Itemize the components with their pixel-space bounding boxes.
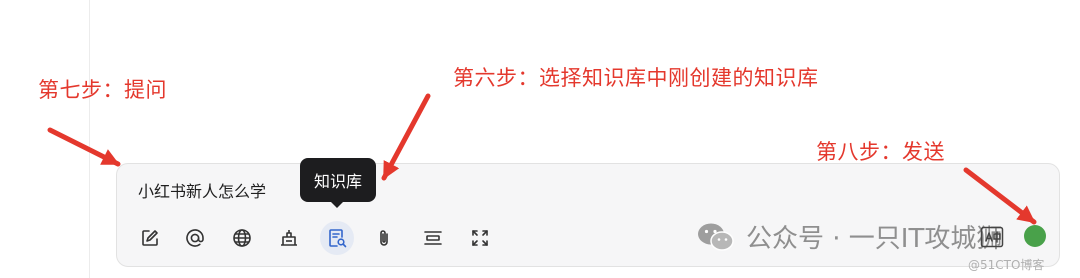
watermark: 公众号 · 一只IT攻城狮: [696, 218, 1002, 255]
translate-icon[interactable]: [980, 226, 1004, 248]
plugin-icon: [281, 230, 297, 246]
arrow-step-7: [47, 127, 121, 167]
template-icon: [424, 231, 442, 245]
mention-button[interactable]: [178, 221, 212, 255]
tooltip-arrow: [330, 201, 344, 208]
attachment-icon: [380, 230, 388, 246]
at-icon: [186, 229, 204, 247]
annotation-step-7: 第七步：提问: [38, 78, 167, 102]
watermark-credit: @51CTO博客: [968, 258, 1045, 272]
globe-icon: [233, 229, 251, 247]
chat-input[interactable]: [138, 180, 738, 199]
knowledge-base-tooltip: 知识库: [300, 158, 376, 202]
template-button[interactable]: [416, 221, 450, 255]
knowledge-base-button[interactable]: [320, 221, 354, 255]
expand-icon: [472, 230, 488, 246]
attachment-button[interactable]: [367, 221, 401, 255]
wechat-icon: [698, 223, 734, 251]
knowledge-base-icon: [329, 229, 347, 248]
send-button[interactable]: [1024, 225, 1046, 247]
plugin-button[interactable]: [272, 221, 306, 255]
annotation-step-6: 第六步：选择知识库中刚创建的知识库: [453, 66, 819, 90]
web-search-button[interactable]: [225, 221, 259, 255]
left-panel-divider: [89, 0, 90, 278]
edit-button[interactable]: [133, 221, 167, 255]
annotation-step-8: 第八步：发送: [816, 140, 945, 164]
watermark-text: 公众号 · 一只IT攻城狮: [746, 224, 1003, 254]
fullscreen-button[interactable]: [463, 221, 497, 255]
edit-icon: [142, 230, 158, 246]
